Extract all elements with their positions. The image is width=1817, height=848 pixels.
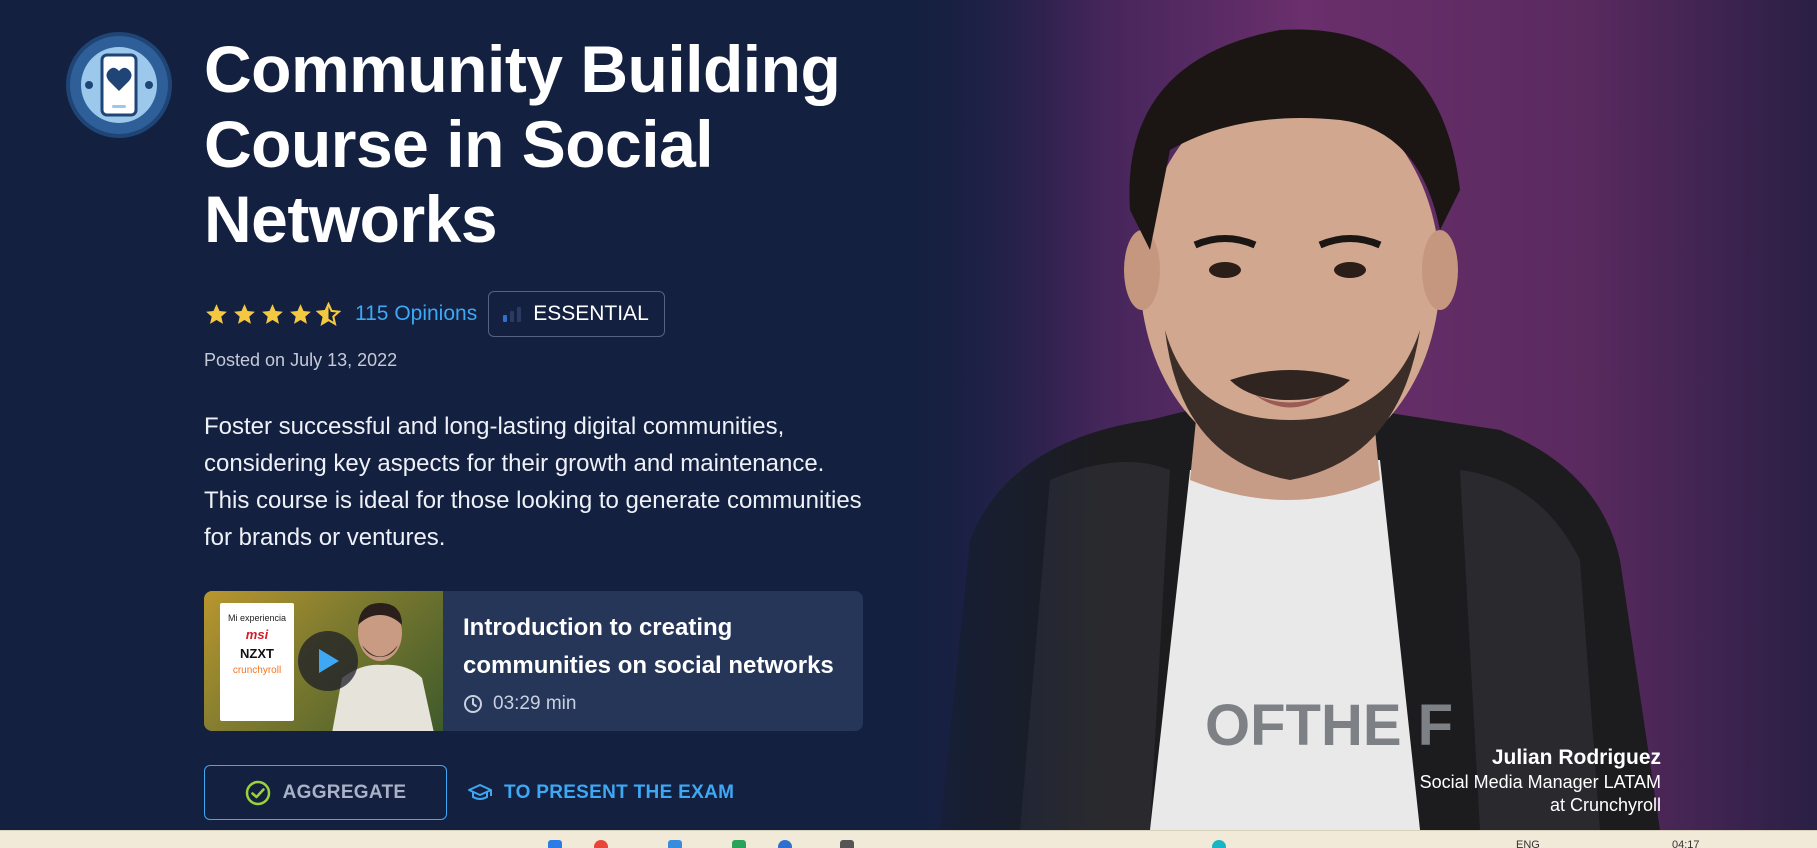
instructor-role-line1: Social Media Manager LATAM xyxy=(1419,772,1661,792)
photo-fade-overlay xyxy=(880,0,1100,830)
present-exam-button[interactable]: TO PRESENT THE EXAM xyxy=(467,765,734,820)
video-duration-text: 03:29 min xyxy=(493,693,577,714)
aggregate-label: AGGREGATE xyxy=(282,781,407,803)
intro-video-card[interactable]: Mi experiencia msi NZXT crunchyroll Intr… xyxy=(204,591,863,731)
svg-text:OFTHE F: OFTHE F xyxy=(1205,693,1453,758)
star-icon xyxy=(234,303,255,324)
present-exam-label: TO PRESENT THE EXAM xyxy=(504,781,735,803)
instructor-caption: Julian Rodriguez Social Media Manager LA… xyxy=(1420,745,1661,817)
star-icon xyxy=(262,303,283,324)
taskbar-app-icon[interactable] xyxy=(548,840,562,848)
graduation-cap-icon xyxy=(468,783,492,800)
course-description: Foster successful and long-lasting digit… xyxy=(204,413,862,551)
phone-heart-icon xyxy=(66,32,172,138)
taskbar-app-icon[interactable] xyxy=(594,840,608,848)
taskbar-app-icon[interactable] xyxy=(668,840,682,848)
taskbar-clock[interactable]: 04:17 xyxy=(1672,839,1700,848)
video-title[interactable]: Introduction to creating communities on … xyxy=(463,609,843,685)
instructor-role-line2: at Crunchyroll xyxy=(1549,795,1661,815)
course-hero: OFTHE F Community Building Course in Soc… xyxy=(0,0,1817,830)
play-button[interactable] xyxy=(298,631,358,691)
taskbar-app-icon[interactable] xyxy=(840,840,854,848)
level-badge: ESSENTIAL xyxy=(488,291,665,337)
taskbar-app-icon[interactable] xyxy=(778,840,792,848)
clock-icon xyxy=(464,695,482,713)
star-rating xyxy=(204,301,341,327)
half-star-icon xyxy=(316,301,341,326)
taskbar-app-icon[interactable] xyxy=(1212,840,1226,848)
check-circle-icon xyxy=(245,780,270,805)
taskbar-app-icon[interactable] xyxy=(732,840,746,848)
video-thumbnail[interactable]: Mi experiencia msi NZXT crunchyroll xyxy=(204,591,443,731)
opinions-link[interactable]: 115 Opinions xyxy=(355,302,477,326)
signal-bars-icon xyxy=(503,306,522,322)
instructor-name: Julian Rodriguez xyxy=(1491,746,1661,769)
rating-row: 115 Opinions ESSENTIAL xyxy=(204,290,665,338)
aggregate-button[interactable]: AGGREGATE xyxy=(204,765,447,820)
posted-date: Posted on July 13, 2022 xyxy=(204,350,398,370)
star-icon xyxy=(290,303,311,324)
play-icon xyxy=(319,649,339,673)
taskbar-language[interactable]: ENG xyxy=(1516,839,1540,848)
video-duration: 03:29 min xyxy=(463,693,843,715)
os-taskbar: ENG 04:17 xyxy=(0,830,1817,848)
video-info: Introduction to creating communities on … xyxy=(443,591,863,731)
star-icon xyxy=(206,303,227,324)
course-title: Community Building Course in Social Netw… xyxy=(204,32,841,256)
thumbnail-sponsor-panel: Mi experiencia msi NZXT crunchyroll xyxy=(220,603,294,721)
level-label: ESSENTIAL xyxy=(533,302,649,325)
